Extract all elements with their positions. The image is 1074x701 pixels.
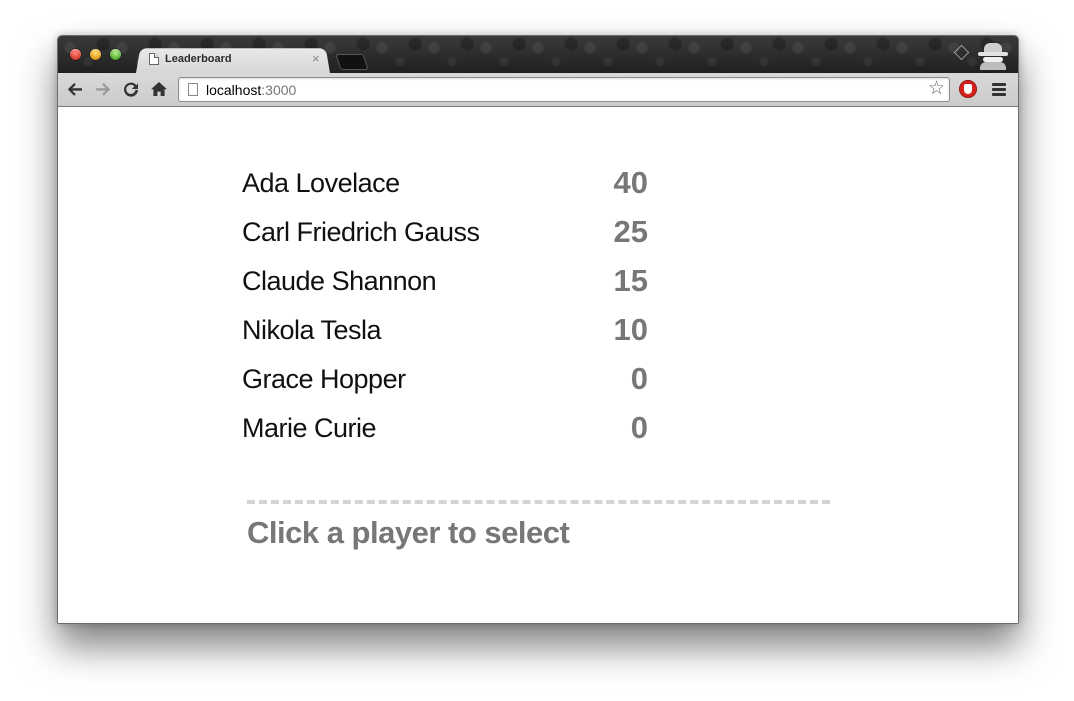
fullscreen-icon[interactable]	[953, 44, 970, 61]
player-row[interactable]: Nikola Tesla 10	[242, 309, 648, 358]
player-name: Nikola Tesla	[242, 315, 382, 345]
page-content: Ada Lovelace 40 Carl Friedrich Gauss 25 …	[58, 107, 1018, 623]
incognito-icon	[976, 40, 1010, 70]
player-score: 0	[630, 361, 648, 396]
player-row[interactable]: Grace Hopper 0	[242, 358, 648, 407]
player-name: Ada Lovelace	[242, 168, 400, 198]
menu-icon[interactable]	[992, 83, 1006, 96]
home-icon[interactable]	[147, 77, 171, 101]
player-score: 10	[613, 312, 648, 347]
page-icon	[149, 53, 159, 65]
reload-icon[interactable]	[119, 77, 143, 101]
bookmark-star-icon[interactable]: ☆	[928, 79, 945, 99]
player-row[interactable]: Ada Lovelace 40	[242, 162, 648, 211]
leaderboard: Ada Lovelace 40 Carl Friedrich Gauss 25 …	[242, 162, 648, 456]
incognito-brim	[978, 52, 1008, 56]
player-name: Grace Hopper	[242, 364, 406, 394]
dashed-divider	[247, 500, 830, 504]
browser-window: Leaderboard × localhost:3000 ☆ Ada Lovel…	[57, 35, 1019, 624]
player-name: Carl Friedrich Gauss	[242, 217, 480, 247]
back-arrow-icon[interactable]	[63, 77, 87, 101]
title-bar: Leaderboard ×	[58, 36, 1018, 73]
browser-toolbar: localhost:3000 ☆	[58, 73, 1018, 107]
select-player-prompt: Click a player to select	[247, 515, 570, 550]
tab-close-icon[interactable]: ×	[312, 51, 320, 66]
player-row[interactable]: Claude Shannon 15	[242, 260, 648, 309]
url-port: :3000	[261, 82, 297, 98]
player-score: 0	[630, 410, 648, 445]
page-icon	[188, 83, 198, 96]
player-row[interactable]: Carl Friedrich Gauss 25	[242, 211, 648, 260]
player-score: 25	[613, 214, 648, 249]
forward-arrow-icon[interactable]	[91, 77, 115, 101]
active-tab-content[interactable]: Leaderboard ×	[146, 47, 326, 73]
player-score: 15	[613, 263, 648, 298]
incognito-coat	[980, 62, 1006, 70]
url-text[interactable]: localhost:3000	[206, 82, 296, 98]
url-host: localhost	[206, 82, 262, 98]
zoom-window-button[interactable]	[110, 49, 121, 60]
player-score: 40	[613, 165, 648, 200]
player-row[interactable]: Marie Curie 0	[242, 407, 648, 456]
address-bar[interactable]: localhost:3000 ☆	[178, 77, 950, 102]
tab-title: Leaderboard	[165, 53, 232, 65]
minimize-window-button[interactable]	[90, 49, 101, 60]
close-window-button[interactable]	[70, 49, 81, 60]
new-tab-button[interactable]	[335, 54, 369, 70]
player-name: Marie Curie	[242, 413, 377, 443]
player-name: Claude Shannon	[242, 266, 437, 296]
adblock-icon[interactable]	[959, 80, 977, 98]
